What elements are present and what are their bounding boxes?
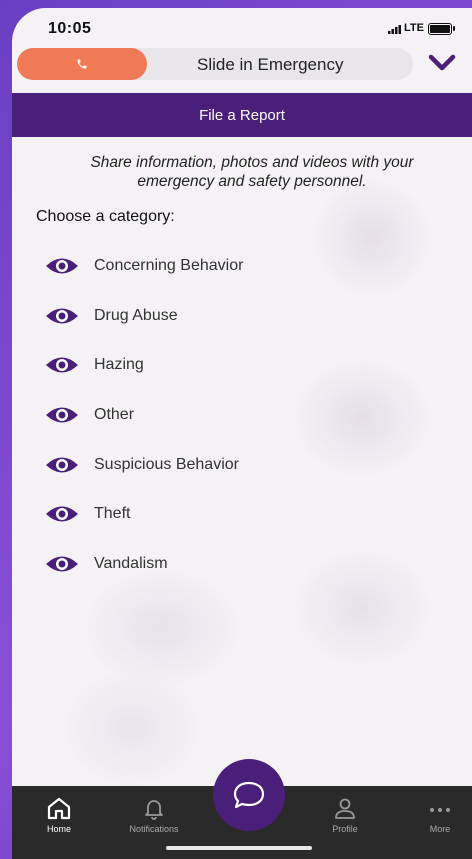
- tab-notifications-label: Notifications: [129, 824, 179, 834]
- phone-icon: [77, 59, 87, 69]
- emergency-slider[interactable]: Slide in Emergency: [17, 48, 413, 80]
- category-label: Other: [94, 405, 135, 423]
- page-header: File a Report: [12, 93, 472, 137]
- intro-text: Share information, photos and videos wit…: [90, 154, 414, 190]
- chat-bubble-icon: [233, 781, 265, 809]
- choose-category-label: Choose a category:: [36, 208, 175, 225]
- category-label: Drug Abuse: [94, 306, 178, 324]
- category-label: Concerning Behavior: [94, 256, 244, 274]
- chevron-down-icon[interactable]: [428, 53, 456, 73]
- eye-icon: [46, 258, 78, 274]
- tab-home[interactable]: Home: [19, 786, 99, 834]
- status-bar: 10:05 LTE: [12, 8, 472, 44]
- tab-profile[interactable]: Profile: [305, 786, 385, 834]
- page-title: File a Report: [199, 106, 285, 124]
- category-item-vandalism[interactable]: Vandalism: [44, 539, 444, 589]
- eye-icon: [46, 407, 78, 423]
- category-label: Hazing: [94, 356, 144, 374]
- bell-icon: [145, 800, 163, 820]
- battery-icon: [428, 23, 455, 35]
- category-label: Suspicious Behavior: [94, 455, 239, 473]
- category-item-concerning-behavior[interactable]: Concerning Behavior: [44, 241, 444, 291]
- home-icon: [47, 797, 71, 820]
- category-item-drug-abuse[interactable]: Drug Abuse: [44, 291, 444, 341]
- more-dots-icon: [430, 808, 450, 812]
- person-icon: [335, 798, 355, 819]
- category-item-theft[interactable]: Theft: [44, 489, 444, 539]
- eye-icon: [46, 308, 78, 324]
- phone-screen: 10:05 LTE Slide in Emergency File a Repo…: [12, 8, 472, 859]
- signal-icon: [388, 25, 401, 34]
- category-item-suspicious-behavior[interactable]: Suspicious Behavior: [44, 440, 444, 490]
- tab-more-label: More: [429, 824, 451, 834]
- category-list: Concerning Behavior Drug Abuse Hazing Ot…: [44, 241, 444, 589]
- eye-icon: [46, 506, 78, 522]
- status-time: 10:05: [48, 20, 92, 37]
- eye-icon: [46, 457, 78, 473]
- network-label: LTE: [404, 22, 424, 34]
- emergency-slider-thumb[interactable]: [17, 48, 147, 80]
- category-item-other[interactable]: Other: [44, 390, 444, 440]
- tab-notifications[interactable]: Notifications: [114, 786, 194, 834]
- eye-icon: [46, 357, 78, 373]
- tab-home-label: Home: [46, 824, 71, 834]
- chat-button[interactable]: [213, 759, 285, 831]
- category-item-hazing[interactable]: Hazing: [44, 340, 444, 390]
- category-label: Vandalism: [94, 554, 168, 572]
- eye-icon: [46, 556, 78, 572]
- tab-more[interactable]: More: [400, 786, 472, 834]
- category-label: Theft: [94, 505, 131, 523]
- home-indicator: [166, 846, 312, 850]
- emergency-slider-label: Slide in Emergency: [197, 55, 344, 74]
- tab-profile-label: Profile: [332, 824, 358, 834]
